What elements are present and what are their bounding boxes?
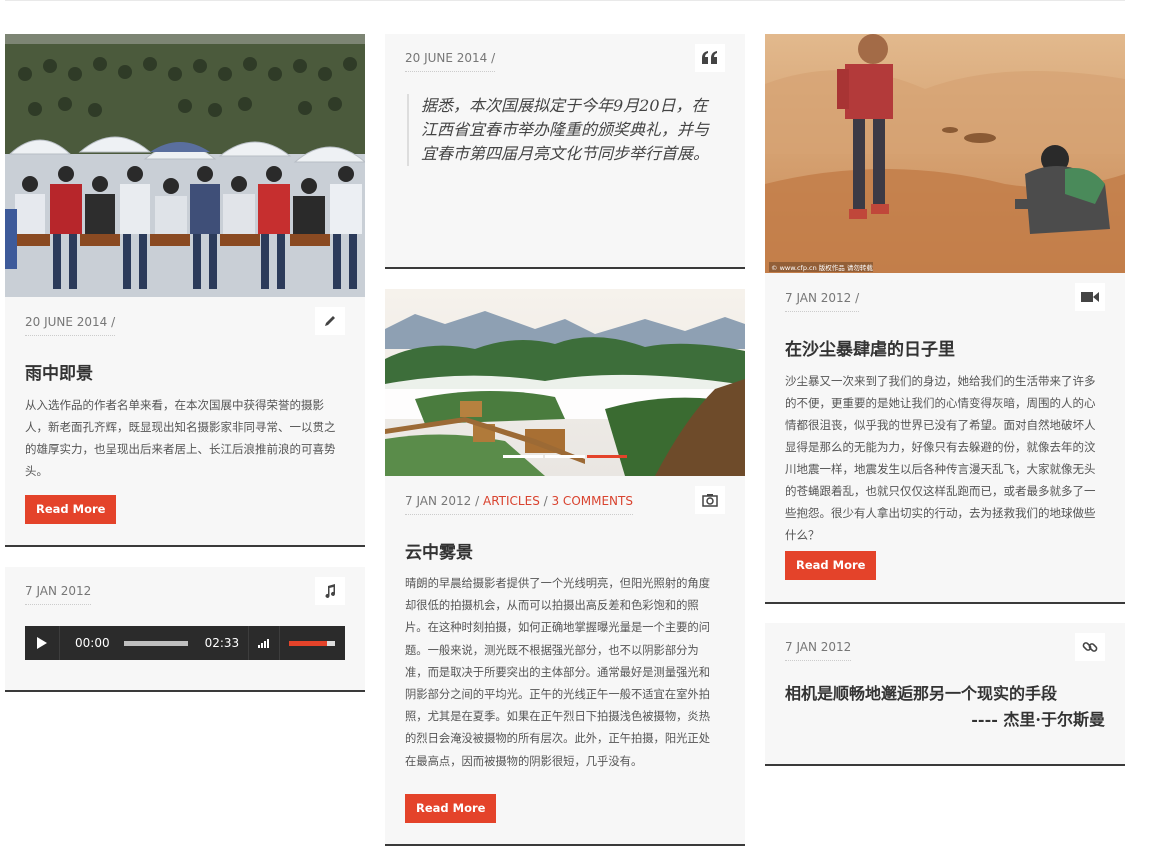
volume-slider[interactable]: [280, 626, 344, 660]
audio-player: 00:00 02:33: [25, 626, 345, 660]
read-more-button[interactable]: Read More: [405, 794, 497, 823]
date-text: 7 JAN 2012 /: [405, 494, 483, 508]
date-text: 20 JUNE 2014 /: [405, 51, 496, 65]
post-excerpt: 从入选作品的作者名单来看，在本次国展中获得荣誉的摄影人，新老面孔齐辉，既显现出知…: [25, 398, 336, 478]
post-card-audio: 7 JAN 2012 00:00 02:33: [5, 567, 365, 692]
music-icon[interactable]: [315, 577, 345, 605]
quote-text[interactable]: 相机是顺畅地邂逅那另一个现实的手段: [785, 681, 1105, 707]
date-text: 20 JUNE 2014 /: [25, 315, 116, 329]
post-date: 7 JAN 2012: [25, 584, 92, 605]
volume-level: [289, 640, 327, 646]
post-title[interactable]: 云中雾景: [405, 538, 473, 563]
post-card-link-quote: 7 JAN 2012 相机是顺畅地邂逅那另一个现实的手段 ---- 杰里·于尔斯…: [765, 623, 1125, 766]
video-icon[interactable]: [1075, 283, 1105, 311]
post-title[interactable]: 在沙尘暴肆虐的日子里: [785, 335, 955, 360]
post-card-quote: 20 JUNE 2014 / 据悉，本次国展拟定于今年9月20日，在江西省宜春市…: [385, 34, 745, 269]
post-image-sandstorm[interactable]: © www.cfp.cn 版权作品 请勿转载: [765, 34, 1125, 273]
post-quote: 据悉，本次国展拟定于今年9月20日，在江西省宜春市举办隆重的颁奖典礼，并与宜春市…: [407, 94, 721, 166]
quote-author: ---- 杰里·于尔斯曼: [971, 710, 1105, 729]
post-date: 20 JUNE 2014 /: [405, 51, 496, 72]
post-image-rain-scene[interactable]: [5, 34, 365, 297]
category-link[interactable]: ARTICLES: [483, 494, 540, 508]
post-title[interactable]: 雨中即景: [25, 359, 93, 384]
date-text: 7 JAN 2012: [25, 584, 92, 598]
post-date: 7 JAN 2012: [785, 640, 852, 661]
audio-progress-track[interactable]: [123, 640, 188, 646]
play-button[interactable]: [25, 626, 60, 660]
meta-separator: /: [539, 494, 552, 508]
top-divider: [5, 0, 1125, 1]
post-card-rain: 20 JUNE 2014 / 雨中即景 从入选作品的作者名单来看，在本次国展中获…: [5, 34, 365, 547]
link-quote: 相机是顺畅地邂逅那另一个现实的手段 ---- 杰里·于尔斯曼: [785, 681, 1105, 733]
post-date: 7 JAN 2012 /: [785, 291, 860, 312]
post-image-great-wall[interactable]: [385, 289, 745, 476]
date-text: 7 JAN 2012: [785, 640, 852, 654]
post-meta: 7 JAN 2012 / ARTICLES / 3 COMMENTS: [405, 494, 633, 515]
volume-icon[interactable]: [249, 626, 280, 660]
audio-timeline: 00:00 02:33: [60, 626, 249, 660]
quote-icon[interactable]: [695, 44, 725, 72]
read-more-button[interactable]: Read More: [785, 551, 877, 580]
audio-current-time: 00:00: [75, 636, 110, 650]
post-excerpt: 晴朗的早晨给摄影者提供了一个光线明亮，但阳光照射的角度却很低的拍摄机会，从而可以…: [405, 577, 711, 768]
read-more-button[interactable]: Read More: [25, 495, 117, 524]
post-card-clouds: 7 JAN 2012 / ARTICLES / 3 COMMENTS 云中雾景 …: [385, 289, 745, 846]
audio-duration: 02:33: [204, 636, 240, 650]
post-card-sandstorm: © www.cfp.cn 版权作品 请勿转载 7 JAN 2012 / 在沙尘暴…: [765, 34, 1125, 604]
comments-link[interactable]: 3 COMMENTS: [551, 494, 633, 508]
image-watermark: © www.cfp.cn 版权作品 请勿转载: [771, 263, 873, 272]
link-icon[interactable]: [1075, 633, 1105, 661]
post-excerpt: 沙尘暴又一次来到了我们的身边，她给我们的生活带来了许多的不便，更重要的是她让我们…: [785, 374, 1096, 542]
date-text: 7 JAN 2012 /: [785, 291, 860, 305]
post-date: 20 JUNE 2014 /: [25, 315, 116, 336]
pencil-icon[interactable]: [315, 307, 345, 335]
camera-icon[interactable]: [695, 486, 725, 514]
